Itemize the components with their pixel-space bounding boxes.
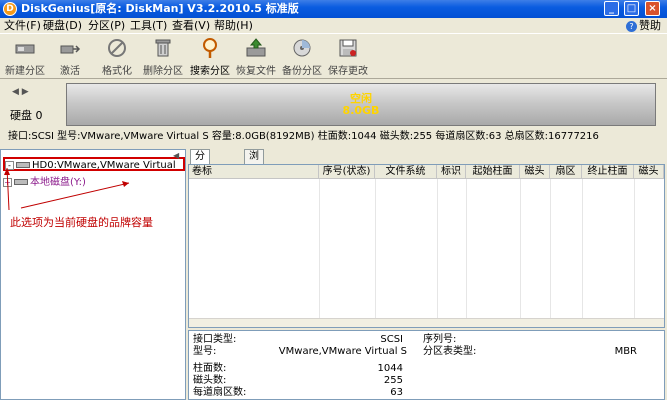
disk-label: 硬盘 0 — [10, 109, 43, 122]
partition-size: 8.0GB — [342, 104, 380, 117]
detail-row-cylinders: 柱面数: 1044 — [193, 363, 403, 375]
format-button[interactable]: 格式化 — [95, 36, 139, 78]
delete-partition-icon — [155, 39, 171, 57]
menu-file[interactable]: 文件(F) — [4, 18, 41, 33]
activate-button[interactable]: 激活 — [48, 36, 92, 78]
column-divider — [375, 179, 376, 319]
horizontal-scrollbar[interactable] — [189, 318, 664, 327]
detail-key: 序列号: — [423, 334, 457, 345]
tab-partition-params[interactable]: 分区参数 — [190, 149, 210, 204]
backup-partition-label: 备份分区 — [282, 66, 322, 77]
backup-partition-icon — [293, 39, 311, 57]
backup-partition-button[interactable]: 备份分区 — [280, 36, 324, 78]
detail-key: 磁头数: — [193, 375, 227, 386]
detail-key: 每道扇区数: — [193, 387, 247, 398]
disk-tree-panel: -HD0:VMware,VMware Virtual +本地磁盘(Y:) — [0, 149, 186, 400]
col-id[interactable]: 标识 — [437, 165, 466, 179]
detail-row-serial: 序列号: — [423, 334, 637, 346]
table-header: 卷标 序号(状态) 文件系统 标识 起始柱面 磁头 扇区 终止柱面 磁头 — [189, 165, 664, 179]
partition-panel: 分区参数 浏览文件 卷标 序号(状态) 文件系统 标识 起始柱面 磁头 扇区 终… — [188, 149, 667, 400]
new-partition-icon — [15, 44, 35, 54]
recover-files-button[interactable]: 恢复文件 — [234, 36, 278, 78]
col-start-cylinder[interactable]: 起始柱面 — [466, 165, 520, 179]
disk-nav-arrows[interactable]: ◀ ▶ — [12, 87, 29, 97]
window-title: DiskGenius[原名: DiskMan] V3.2.2010.5 标准版 — [21, 2, 299, 15]
menu-bar: 文件(F) 硬盘(D) 分区(P) 工具(T) 查看(V) 帮助(H) ? 赞助 — [0, 18, 667, 33]
menu-view[interactable]: 查看(V) — [172, 18, 210, 33]
activate-label: 激活 — [60, 66, 80, 77]
menu-help[interactable]: 帮助(H) — [214, 18, 253, 33]
sponsor-link[interactable]: ? 赞助 — [626, 18, 661, 33]
col-volume-label[interactable]: 卷标 — [189, 165, 319, 179]
new-partition-label: 新建分区 — [5, 66, 45, 77]
col-index-status[interactable]: 序号(状态) — [319, 165, 375, 179]
col-end-head[interactable]: 磁头 — [634, 165, 664, 179]
disk-genius-icon: D — [3, 2, 17, 16]
col-start-sector[interactable]: 扇区 — [550, 165, 582, 179]
minimize-button[interactable]: _ — [604, 1, 619, 16]
annotation-text: 此选项为当前硬盘的品牌容量 — [10, 216, 153, 229]
new-partition-button[interactable]: 新建分区 — [3, 36, 47, 78]
detail-row-heads: 磁头数: 255 — [193, 375, 403, 387]
disk-map: ◀ ▶ 硬盘 0 空闲 8.0GB — [0, 79, 667, 129]
column-divider — [520, 179, 521, 319]
search-partition-label: 搜索分区 — [190, 66, 230, 77]
col-end-cylinder[interactable]: 终止柱面 — [582, 165, 634, 179]
delete-partition-button[interactable]: 删除分区 — [141, 36, 185, 78]
collapse-panel-button[interactable]: ◀ — [173, 151, 179, 160]
detail-value: VMware,VMware Virtual S — [278, 346, 407, 357]
save-changes-label: 保存更改 — [328, 66, 368, 77]
delete-partition-label: 删除分区 — [143, 66, 183, 77]
free-space-block[interactable]: 空闲 8.0GB — [66, 83, 656, 126]
search-partition-icon — [203, 38, 217, 58]
disk-details-panel: 接口类型: SCSI 序列号: 型号: VMware,VMware Virtua… — [188, 330, 665, 400]
title-bar: D DiskGenius[原名: DiskMan] V3.2.2010.5 标准… — [0, 0, 667, 18]
col-file-system[interactable]: 文件系统 — [375, 165, 437, 179]
toolbar: 新建分区 激活 格式化 删除分区 搜索分区 恢复文件 备份分区 保存更改 — [0, 33, 667, 79]
format-icon — [108, 39, 126, 57]
menu-disk[interactable]: 硬盘(D) — [43, 18, 82, 33]
menu-tools[interactable]: 工具(T) — [130, 18, 167, 33]
detail-key: 分区表类型: — [423, 346, 477, 357]
column-divider — [550, 179, 551, 319]
menu-partition[interactable]: 分区(P) — [88, 18, 125, 33]
save-changes-button[interactable]: 保存更改 — [326, 36, 370, 78]
detail-row-sectors-per-track: 每道扇区数: 63 — [193, 387, 403, 399]
close-button[interactable]: × — [645, 1, 660, 16]
format-label: 格式化 — [102, 66, 132, 77]
maximize-button[interactable]: □ — [624, 1, 639, 16]
activate-icon — [60, 45, 81, 54]
col-start-head[interactable]: 磁头 — [520, 165, 550, 179]
detail-value: 255 — [383, 375, 403, 386]
column-divider — [319, 179, 320, 319]
column-divider — [582, 179, 583, 319]
tab-browse-files[interactable]: 浏览文件 — [244, 149, 264, 204]
annotation-arrows — [4, 167, 130, 211]
sponsor-label: 赞助 — [639, 19, 661, 32]
partition-table: 卷标 序号(状态) 文件系统 标识 起始柱面 磁头 扇区 终止柱面 磁头 — [188, 164, 665, 328]
detail-key: 接口类型: — [193, 334, 237, 345]
detail-key: 型号: — [193, 346, 217, 357]
detail-value: 1044 — [377, 363, 403, 374]
disk-info-bar: 接口:SCSI 型号:VMware,VMware Virtual S 容量:8.… — [0, 129, 667, 145]
search-partition-button[interactable]: 搜索分区 — [188, 36, 232, 78]
recover-files-icon — [246, 38, 266, 57]
column-divider — [466, 179, 467, 319]
column-divider — [437, 179, 438, 319]
recover-files-label: 恢复文件 — [236, 66, 276, 77]
detail-row-partition-table-type: 分区表类型: MBR — [423, 346, 637, 358]
detail-value: 63 — [390, 387, 403, 398]
detail-row-model: 型号: VMware,VMware Virtual S — [193, 346, 407, 358]
detail-row-interface: 接口类型: SCSI — [193, 334, 403, 346]
detail-value: SCSI — [380, 334, 403, 345]
help-icon: ? — [626, 21, 637, 32]
detail-value: MBR — [614, 346, 637, 357]
detail-key: 柱面数: — [193, 363, 227, 374]
save-changes-icon — [339, 39, 357, 57]
column-divider — [634, 179, 635, 319]
